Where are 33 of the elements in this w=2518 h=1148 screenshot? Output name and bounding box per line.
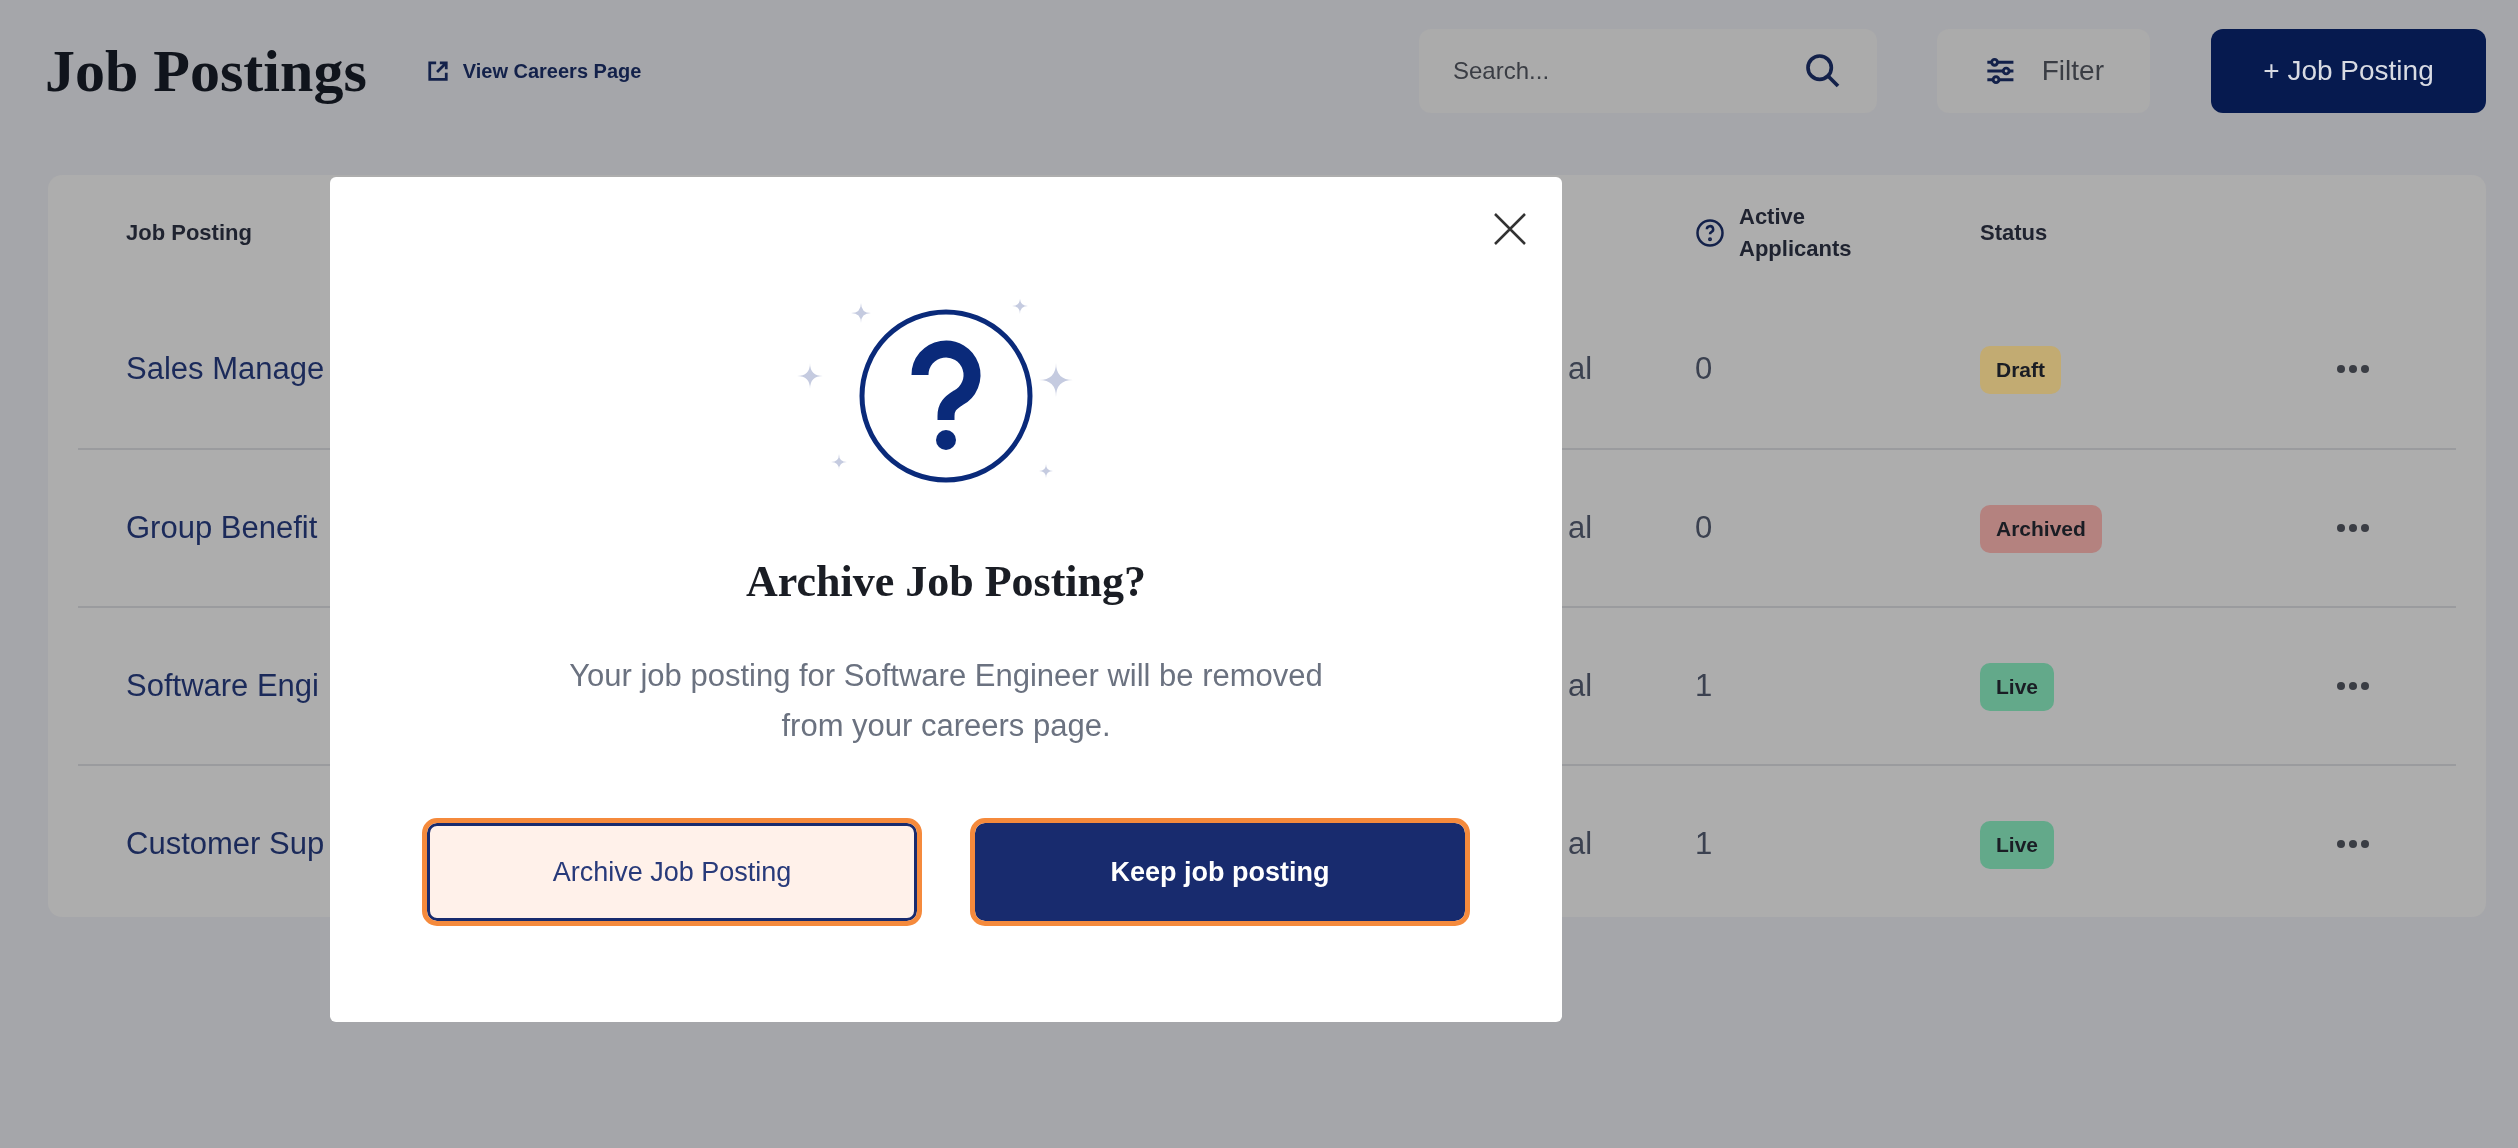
job-title-cell[interactable]: Sales Manage [126, 350, 325, 386]
more-options-icon[interactable] [2335, 522, 2371, 534]
close-icon [1493, 212, 1527, 246]
table-cell: al [1568, 350, 1593, 386]
applicant-count: 1 [1695, 667, 1713, 703]
view-careers-link[interactable]: View Careers Page [426, 56, 642, 86]
external-link-icon [426, 60, 449, 82]
status-badge: Archived [1980, 505, 2102, 553]
column-header: Status [1980, 219, 2048, 247]
more-options-icon[interactable] [2335, 363, 2371, 375]
dialog-title: Archive Job Posting? [745, 556, 1147, 608]
job-title-cell[interactable]: Customer Sup [126, 825, 325, 861]
table-cell: al [1568, 825, 1593, 861]
table-cell: al [1568, 667, 1593, 703]
job-title-cell[interactable]: Software Engi [126, 667, 319, 703]
status-badge: Live [1980, 663, 2055, 711]
more-options-icon[interactable] [2335, 680, 2371, 692]
job-title-cell[interactable]: Group Benefit [126, 509, 318, 545]
filter-button[interactable]: Filter [1937, 29, 2150, 113]
more-options-icon[interactable] [2335, 838, 2371, 850]
column-header: Job Posting [126, 219, 252, 247]
applicant-count: 0 [1695, 509, 1713, 545]
add-job-posting-button[interactable]: + Job Posting [2211, 29, 2486, 113]
status-badge: Draft [1980, 346, 2061, 394]
column-header: Active Applicants [1739, 202, 1853, 263]
help-icon[interactable] [1695, 217, 1725, 248]
search-field[interactable]: Search... [1419, 29, 1877, 113]
applicant-count: 1 [1695, 825, 1713, 861]
page-title: Job Postings [45, 37, 367, 106]
status-badge: Live [1980, 821, 2055, 869]
table-cell: al [1568, 509, 1593, 545]
applicant-count: 0 [1695, 350, 1713, 386]
dialog-message: Your job posting for Software Engineer will be removed from your careers page. [568, 657, 1324, 745]
